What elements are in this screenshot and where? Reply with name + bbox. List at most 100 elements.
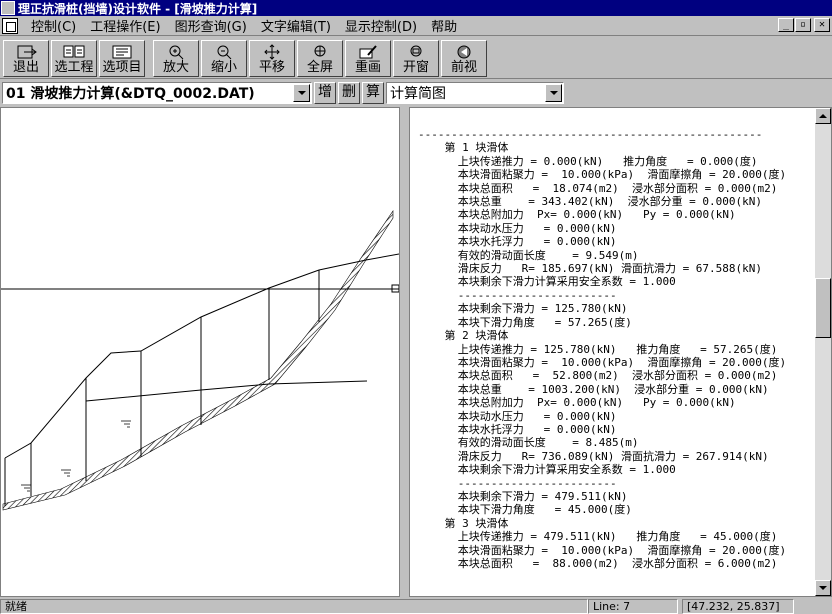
pan-icon — [264, 43, 280, 60]
menu-project-ops[interactable]: 工程操作(E) — [83, 16, 167, 35]
item-select-icon — [112, 45, 132, 58]
view-select-value: 计算简图 — [390, 85, 446, 102]
previous-view-button[interactable]: 前视 — [441, 39, 487, 77]
report-line: 上块传递推力 = 125.780(kN) 推力角度 = 57.265(度) — [418, 342, 778, 356]
report-line: 本块滑面粘聚力 = 10.000(kPa) 滑面摩擦角 = 20.000(度) — [418, 543, 787, 557]
pane-splitter[interactable] — [400, 107, 409, 597]
drawing-canvas[interactable] — [0, 107, 400, 597]
report-line: 本块总面积 = 52.800(m2) 浸水部分面积 = 0.000(m2) — [418, 369, 778, 383]
fullscreen-button[interactable]: 全屏 — [297, 39, 343, 77]
menu-graphic-query[interactable]: 图形查询(G) — [168, 16, 254, 35]
project-select-value: 01 滑坡推力计算(&DTQ_0002.DAT) — [6, 85, 255, 102]
selector-bar: 01 滑坡推力计算(&DTQ_0002.DAT) 增 删 算 计算简图 — [0, 80, 832, 105]
report-line: 本块滑面粘聚力 = 10.000(kPa) 滑面摩擦角 = 20.000(度) — [418, 355, 787, 369]
open-window-label: 开窗 — [402, 59, 429, 75]
calculate-button[interactable]: 算 — [362, 81, 384, 104]
slip-surface — [2, 210, 394, 511]
report-line: 本块下滑力角度 = 45.000(度) — [418, 503, 632, 517]
select-item-label: 选项目 — [102, 59, 142, 75]
report-line: 有效的滑动面长度 = 9.549(m) — [418, 248, 639, 262]
toolbar: 退出 选工程 选项目 放大 缩小 平移 全屏 重画 开窗 前视 — [0, 38, 832, 79]
scroll-thumb[interactable] — [815, 278, 831, 338]
report-line: 本块总重 = 343.402(kN) 浸水部分重 = 0.000(kN) — [418, 195, 763, 209]
water-markers — [21, 420, 131, 492]
report-line: 本块下滑力角度 = 57.265(度) — [418, 315, 632, 329]
delete-button[interactable]: 删 — [338, 81, 360, 104]
exit-button[interactable]: 退出 — [3, 39, 49, 77]
zoom-in-button[interactable]: 放大 — [153, 39, 199, 77]
bedding-line — [85, 380, 368, 402]
minimize-button[interactable]: _ — [778, 18, 794, 32]
report-line: 上块传递推力 = 0.000(kN) 推力角度 = 0.000(度) — [418, 154, 758, 168]
redraw-icon — [359, 44, 377, 58]
report-line: ------------------------ — [418, 288, 617, 302]
menu-text-edit[interactable]: 文字编辑(T) — [254, 16, 338, 35]
scroll-up-icon[interactable] — [815, 108, 831, 124]
view-select[interactable]: 计算简图 — [386, 81, 564, 104]
report-line: 上块传递推力 = 479.511(kN) 推力角度 = 45.000(度) — [418, 530, 778, 544]
zoom-out-button[interactable]: 缩小 — [201, 39, 247, 77]
report-line: 第 1 块滑体 — [418, 141, 509, 155]
restore-button[interactable]: ▫ — [795, 18, 811, 32]
report-line: 本块水托浮力 = 0.000(kN) — [418, 235, 617, 249]
report-line: 本块水托浮力 = 0.000(kN) — [418, 422, 617, 436]
zoom-out-label: 缩小 — [210, 59, 237, 75]
report-line: 本块剩余下滑力计算采用安全系数 = 1.000 — [418, 463, 676, 477]
fullscreen-icon — [314, 45, 326, 56]
select-item-button[interactable]: 选项目 — [99, 39, 145, 77]
open-window-button[interactable]: 开窗 — [393, 39, 439, 77]
fullscreen-label: 全屏 — [306, 59, 333, 75]
ground-surface — [4, 253, 399, 459]
select-project-button[interactable]: 选工程 — [51, 39, 97, 77]
pan-label: 平移 — [258, 59, 285, 75]
report-line: 第 3 块滑体 — [418, 516, 509, 530]
pan-button[interactable]: 平移 — [249, 39, 295, 77]
close-button[interactable]: ✕ — [814, 18, 830, 32]
zoom-in-label: 放大 — [162, 59, 189, 75]
menu-help[interactable]: 帮助 — [424, 16, 464, 35]
report-line: 第 2 块滑体 — [418, 329, 509, 343]
redraw-button[interactable]: 重画 — [345, 39, 391, 77]
report-line: 有效的滑动面长度 = 8.485(m) — [418, 436, 639, 450]
report-line: 本块剩余下滑力 = 479.511(kN) — [418, 489, 628, 503]
exit-icon — [17, 45, 37, 58]
status-coordinates: [47.232, 25.837] — [682, 599, 794, 614]
window-zoom-icon — [410, 45, 422, 56]
zoom-in-icon — [169, 45, 184, 59]
report-line: ------------------------ — [418, 476, 617, 490]
window-controls: _ ▫ ✕ — [778, 18, 830, 32]
project-select[interactable]: 01 滑坡推力计算(&DTQ_0002.DAT) — [2, 81, 312, 104]
add-button[interactable]: 增 — [314, 81, 336, 104]
menu-bar: 控制(C) 工程操作(E) 图形查询(G) 文字编辑(T) 显示控制(D) 帮助 — [0, 16, 832, 36]
title-bar[interactable]: 理正抗滑桩(挡墙)设计软件 - [滑坡推力计算] — [0, 0, 832, 16]
chevron-down-icon[interactable] — [293, 83, 310, 102]
zoom-out-icon — [217, 45, 232, 59]
previous-view-icon — [457, 45, 471, 58]
report-line: 本块滑面粘聚力 = 10.000(kPa) 滑面摩擦角 = 20.000(度) — [418, 168, 787, 182]
window-title: 理正抗滑桩(挡墙)设计软件 - [滑坡推力计算] — [18, 1, 258, 16]
report-line: 本块总附加力 Px= 0.000(kN) Py = 0.000(kN) — [418, 396, 736, 410]
report-line: 本块动水压力 = 0.000(kN) — [418, 221, 617, 235]
select-project-label: 选工程 — [54, 59, 94, 75]
report-line: 本块总面积 = 18.074(m2) 浸水部分面积 = 0.000(m2) — [418, 181, 778, 195]
menu-display-control[interactable]: 显示控制(D) — [338, 16, 424, 35]
project-select-icon — [63, 45, 85, 57]
report-line: 本块总重 = 1003.200(kN) 浸水部分重 = 0.000(kN) — [418, 382, 769, 396]
report-line: 本块总附加力 Px= 0.000(kN) Py = 0.000(kN) — [418, 208, 736, 222]
status-line: Line: 7 — [588, 599, 678, 614]
report-line: 滑床反力 R= 736.089(kN) 滑面抗滑力 = 267.914(kN) — [418, 449, 769, 463]
report-line: 本块剩余下滑力 = 125.780(kN) — [418, 302, 628, 316]
report-text: ------------------------ ----------------… — [418, 128, 818, 570]
document-icon[interactable] — [2, 17, 18, 34]
status-message: 就绪 — [0, 599, 588, 614]
report-pane[interactable]: ------------------------ ----------------… — [409, 107, 832, 597]
menu-control[interactable]: 控制(C) — [24, 16, 83, 35]
report-line: 本块总面积 = 88.000(m2) 浸水部分面积 = 6.000(m2) — [418, 557, 778, 570]
vertical-scrollbar[interactable] — [815, 108, 831, 596]
report-line: 滑床反力 R= 185.697(kN) 滑面抗滑力 = 67.588(kN) — [418, 262, 763, 276]
report-line: 本块动水压力 = 0.000(kN) — [418, 409, 617, 423]
slope-diagram — [1, 210, 399, 511]
scroll-down-icon[interactable] — [815, 580, 831, 596]
report-line: ----------------------------------------… — [418, 128, 763, 141]
chevron-down-icon[interactable] — [545, 83, 562, 102]
